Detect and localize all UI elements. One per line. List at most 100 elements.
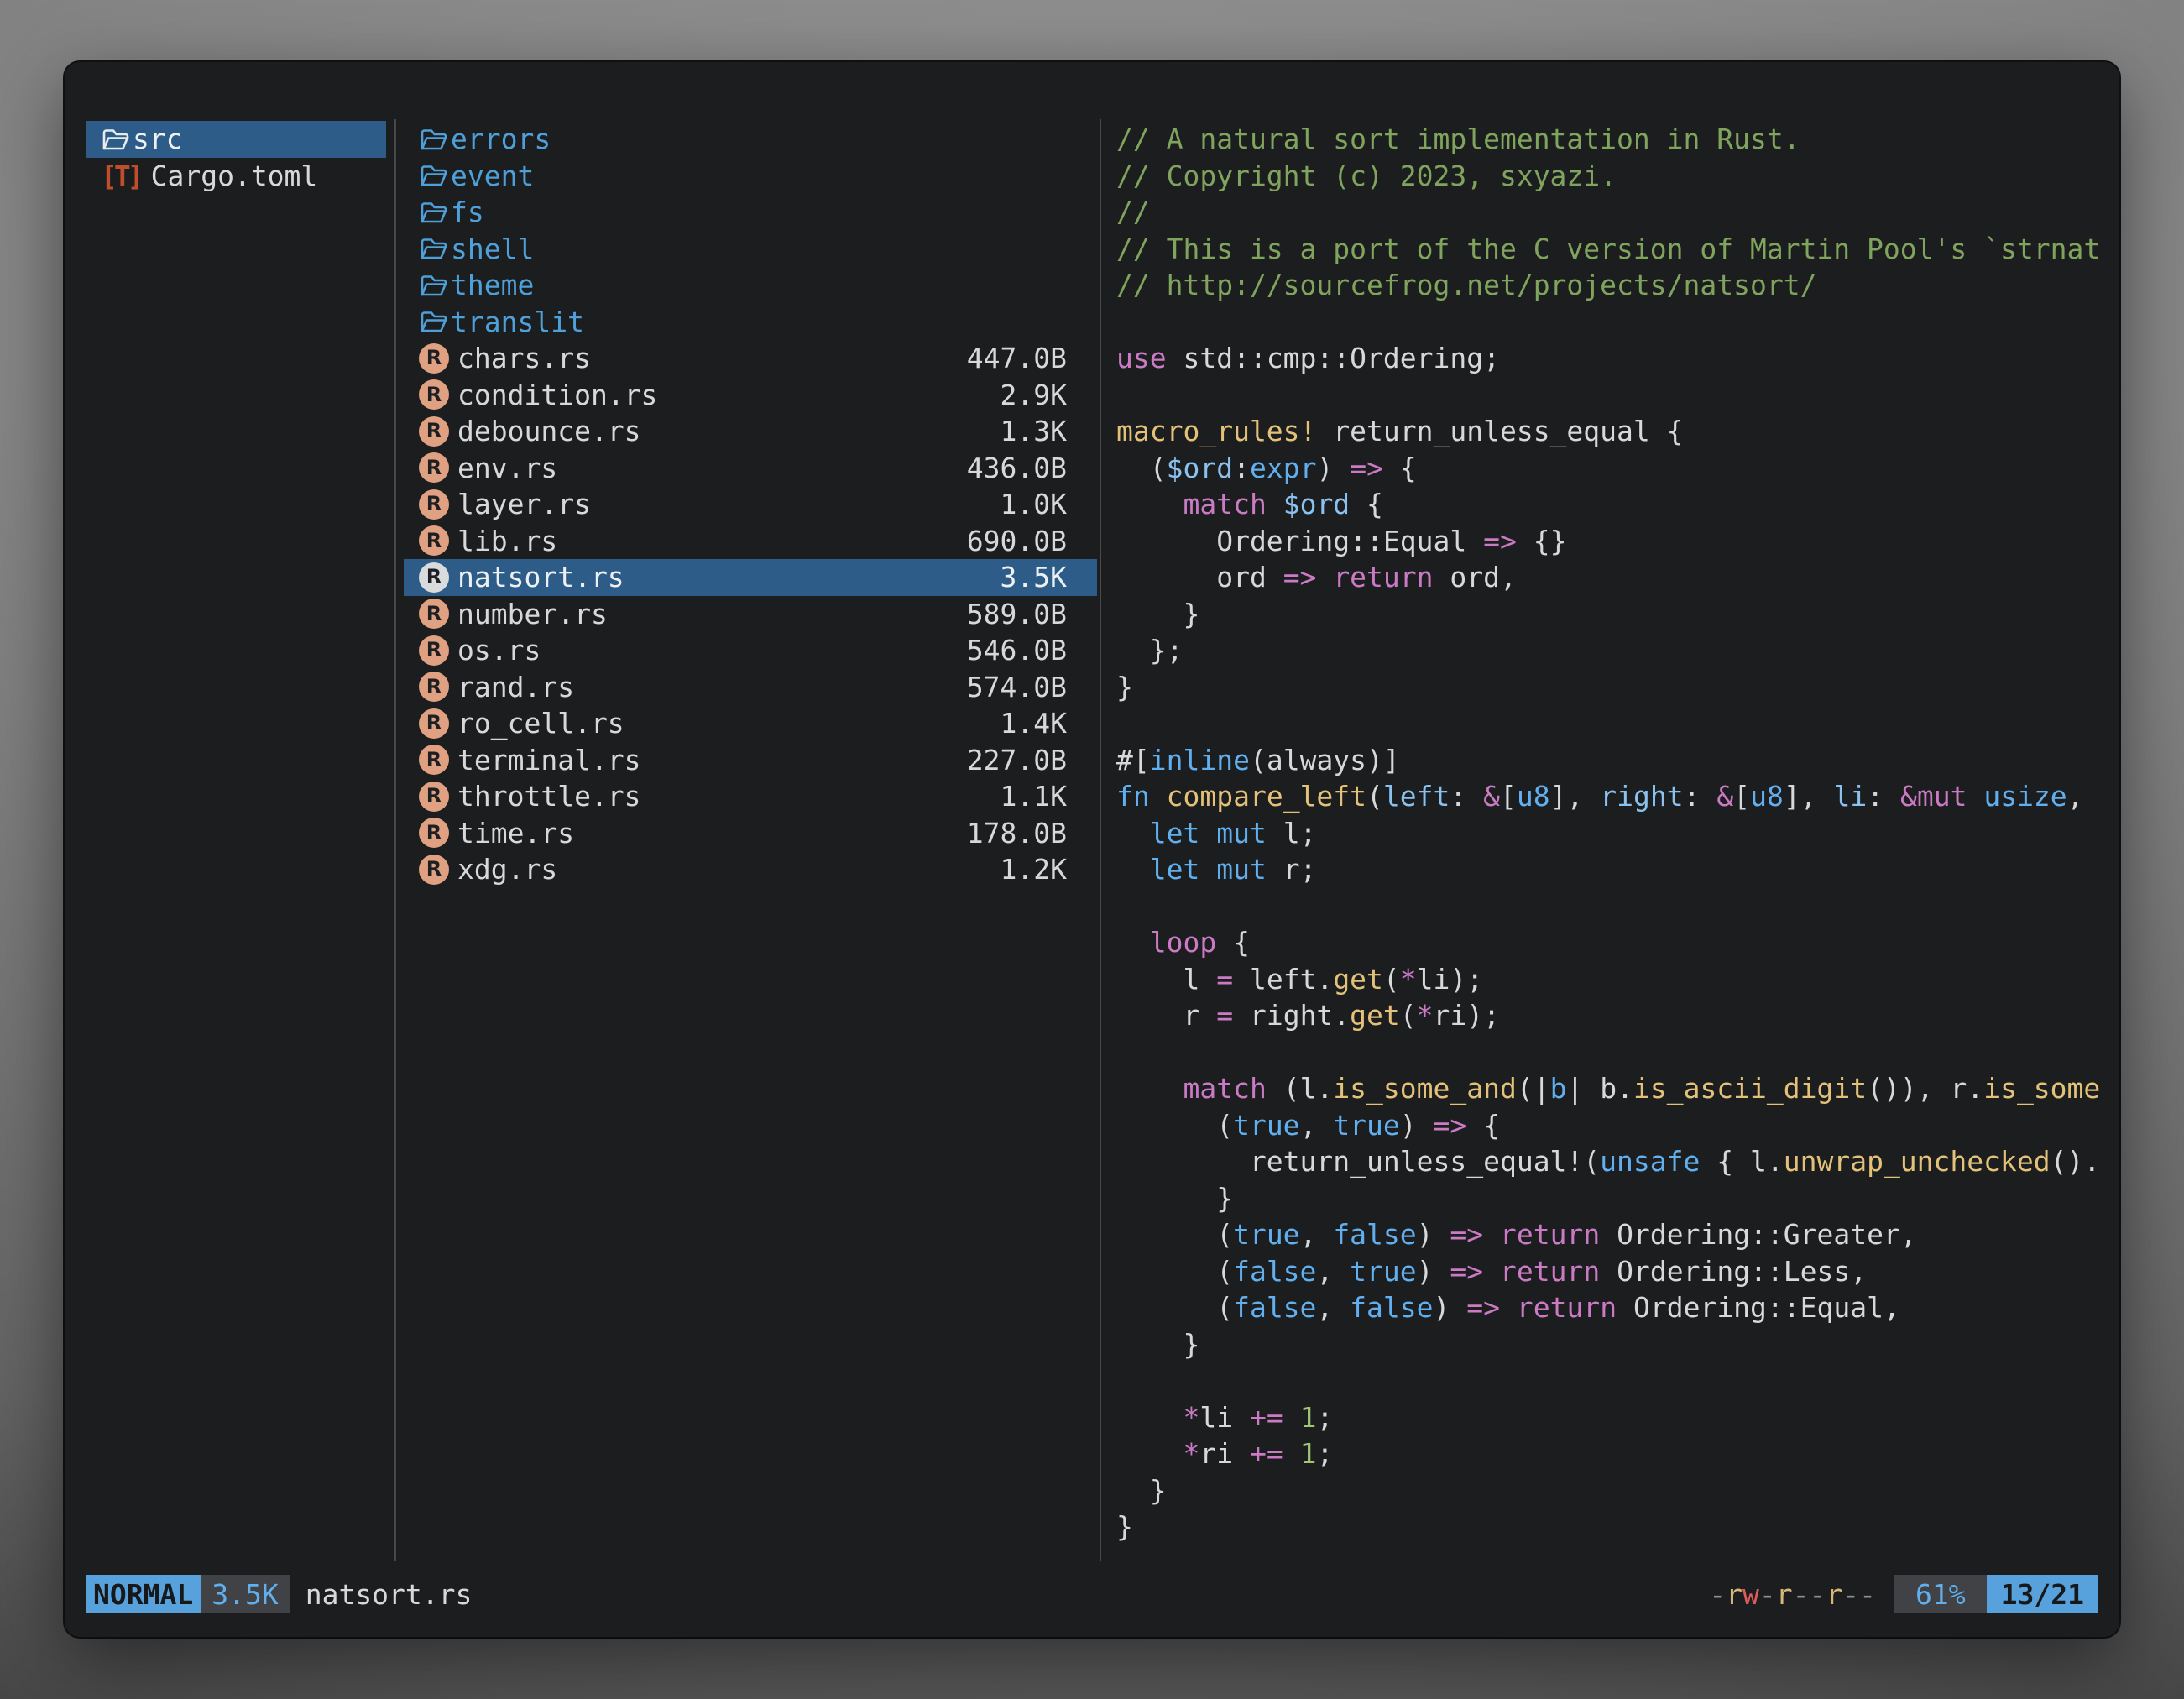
code-line: // Copyright (c) 2023, sxyazi. [1116,158,2117,195]
rust-file-icon: R [419,379,449,410]
rust-file-icon: R [419,416,449,447]
rust-file-icon: R [419,489,449,520]
dir-row-src[interactable]: src [86,121,386,158]
file-row-env.rs[interactable]: Renv.rs436.0B [404,450,1097,487]
file-row-os.rs[interactable]: Ros.rs546.0B [404,632,1097,669]
cursor-position-badge: 13/21 [1987,1575,2098,1613]
code-line: // http://sourcefrog.net/projects/natsor… [1116,267,2117,304]
rust-file-icon: R [419,599,449,629]
permission-segment: r [1776,1578,1793,1611]
entry-size: 1.3K [1001,413,1067,450]
code-line [1116,705,2117,742]
entry-name: layer.rs [457,486,591,523]
code-line: ($ord:expr) => { [1116,450,2117,487]
entry-name: Cargo.toml [151,158,318,195]
open-folder-icon [419,163,447,188]
entry-size: 178.0B [967,815,1067,852]
rust-file-icon: R [419,708,449,739]
file-row-number.rs[interactable]: Rnumber.rs589.0B [404,596,1097,633]
code-line: // A natural sort implementation in Rust… [1116,121,2117,158]
code-line: }; [1116,632,2117,669]
file-row-rand.rs[interactable]: Rrand.rs574.0B [404,669,1097,706]
open-folder-icon [419,309,447,334]
selected-file-size: 3.5K [201,1575,289,1613]
code-line: } [1116,1508,2117,1545]
code-line: } [1116,669,2117,706]
code-line: l = left.get(*li); [1116,961,2117,998]
code-line [1116,377,2117,414]
permission-segment: w [1742,1578,1759,1611]
entry-name: natsort.rs [457,559,624,596]
file-row-xdg.rs[interactable]: Rxdg.rs1.2K [404,851,1097,888]
file-row-Cargo.toml[interactable]: [T] Cargo.toml [86,158,386,195]
entry-size: 1.0K [1001,486,1067,523]
code-line: *li += 1; [1116,1399,2117,1436]
code-preview-pane[interactable]: // A natural sort implementation in Rust… [1116,121,2117,1548]
code-line: loop { [1116,924,2117,961]
file-permissions: -rw-r--r-- [1709,1578,1876,1611]
rust-file-icon: R [419,818,449,848]
entry-name: theme [451,267,534,304]
open-folder-icon [419,200,447,225]
entry-name: time.rs [457,815,574,852]
rust-file-icon: R [419,343,449,374]
toml-file-icon: [T] [101,158,141,195]
current-pane: errorseventfsshellthemetranslitRchars.rs… [404,121,1097,888]
code-line: let mut r; [1116,851,2117,888]
file-row-ro_cell.rs[interactable]: Rro_cell.rs1.4K [404,705,1097,742]
entry-size: 1.1K [1001,778,1067,815]
parent-pane: src[T] Cargo.toml [86,121,386,194]
dir-row-errors[interactable]: errors [404,121,1097,158]
permission-segment: r [1726,1578,1742,1611]
file-row-time.rs[interactable]: Rtime.rs 178.0B [404,815,1097,852]
dir-row-event[interactable]: event [404,158,1097,195]
file-row-debounce.rs[interactable]: Rdebounce.rs 1.3K [404,413,1097,450]
code-line: } [1116,1472,2117,1509]
entry-size: 3.5K [1001,559,1067,596]
rust-file-icon: R [419,562,449,593]
open-folder-icon [419,273,447,298]
dir-row-theme[interactable]: theme [404,267,1097,304]
entry-name: os.rs [457,632,541,669]
code-line: ord => return ord, [1116,559,2117,596]
entry-name: debounce.rs [457,413,641,450]
file-row-condition.rs[interactable]: Rcondition.rs2.9K [404,377,1097,414]
file-row-natsort.rs[interactable]: Rnatsort.rs 3.5K [404,559,1097,596]
entry-name: translit [451,304,584,341]
entry-name: xdg.rs [457,851,557,888]
permission-segment: -- [1793,1578,1826,1611]
file-row-terminal.rs[interactable]: Rterminal.rs227.0B [404,742,1097,779]
file-row-chars.rs[interactable]: Rchars.rs 447.0B [404,340,1097,377]
code-line: macro_rules! return_unless_equal { [1116,413,2117,450]
code-line: (false, false) => return Ordering::Equal… [1116,1289,2117,1326]
entry-size: 2.9K [1001,377,1067,414]
entry-name: shell [451,231,534,268]
rust-file-icon: R [419,635,449,666]
code-line: (true, false) => return Ordering::Greate… [1116,1216,2117,1253]
file-row-lib.rs[interactable]: Rlib.rs690.0B [404,523,1097,560]
rust-file-icon: R [419,782,449,812]
entry-name: lib.rs [457,523,557,560]
file-row-layer.rs[interactable]: Rlayer.rs 1.0K [404,486,1097,523]
dir-row-translit[interactable]: translit [404,304,1097,341]
entry-size: 447.0B [967,340,1067,377]
entry-name: number.rs [457,596,608,633]
entry-name: chars.rs [457,340,591,377]
permission-segment: r [1826,1578,1842,1611]
code-line [1116,1034,2117,1071]
dir-row-shell[interactable]: shell [404,231,1097,268]
dir-row-fs[interactable]: fs [404,194,1097,231]
entry-size: 1.4K [1001,705,1067,742]
pane-divider [1100,119,1101,1561]
scroll-percent-badge: 61% [1894,1575,1987,1613]
rust-file-icon: R [419,855,449,885]
code-line: // [1116,194,2117,231]
status-bar: NORMAL 3.5K natsort.rs -rw-r--r-- 61% 13… [86,1575,2098,1613]
entry-name: errors [451,121,551,158]
entry-name: rand.rs [457,669,574,706]
rust-file-icon: R [419,525,449,556]
file-row-throttle.rs[interactable]: Rthrottle.rs1.1K [404,778,1097,815]
code-line: // This is a port of the C version of Ma… [1116,231,2117,268]
code-line: (true, true) => { [1116,1107,2117,1144]
entry-name: terminal.rs [457,742,641,779]
